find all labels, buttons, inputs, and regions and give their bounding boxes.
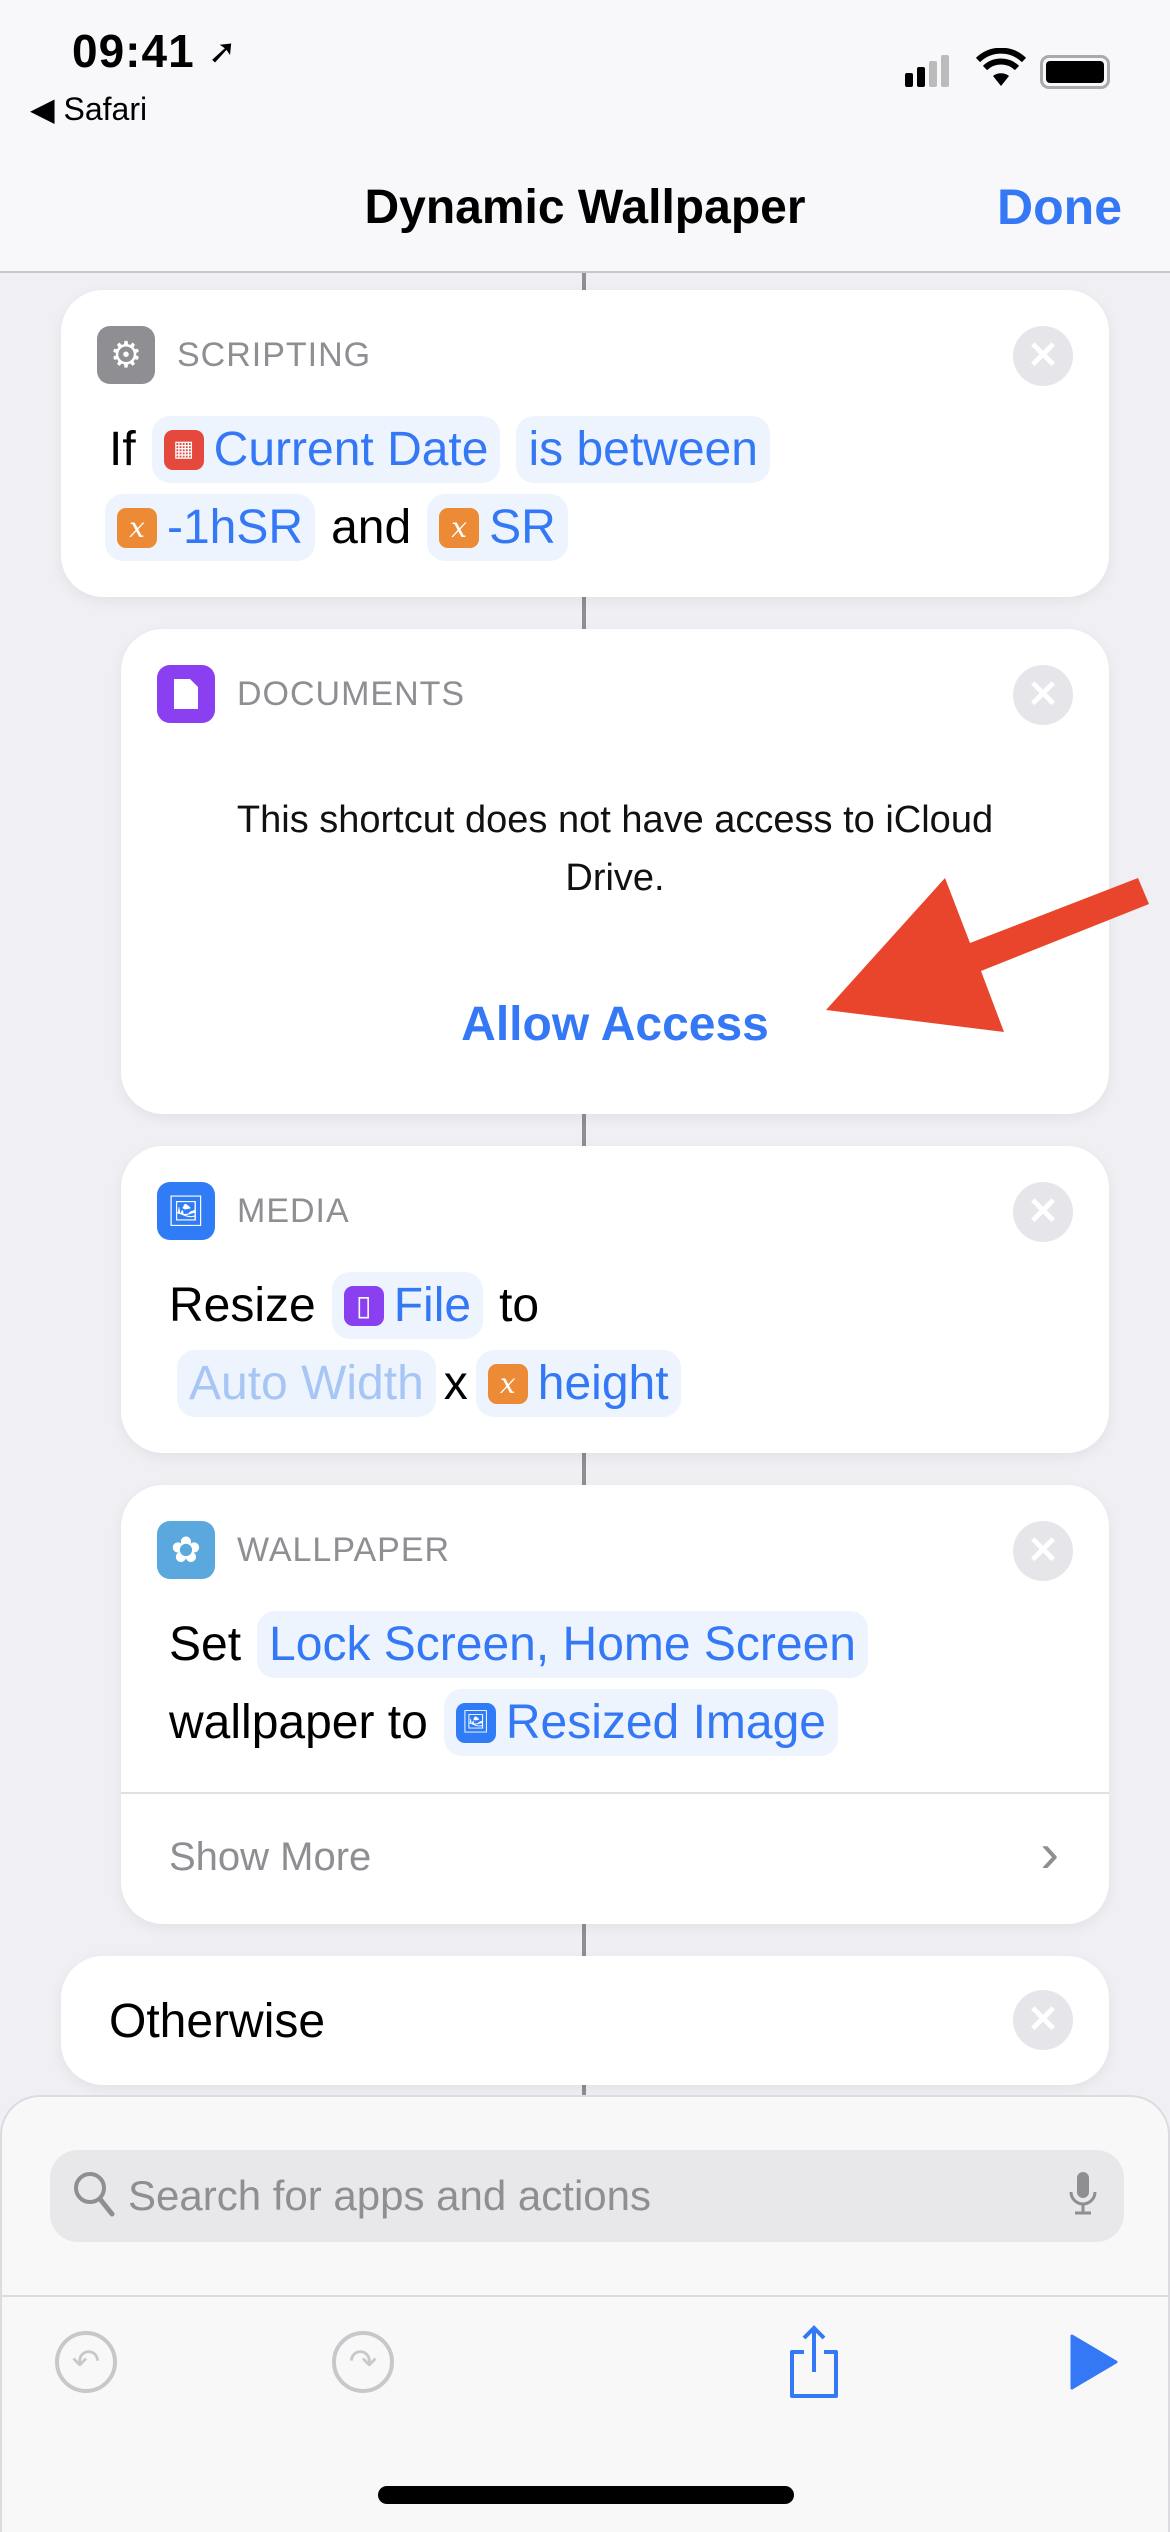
- to-label: to: [499, 1279, 540, 1332]
- run-button[interactable]: [1058, 2327, 1128, 2397]
- wallpaper-to-label: wallpaper to: [169, 1696, 428, 1749]
- show-more-button[interactable]: Show More: [169, 1835, 371, 1880]
- redo-icon: ↷: [332, 2331, 394, 2393]
- variable-icon: x: [487, 1363, 528, 1404]
- redo-button[interactable]: ↷: [328, 2327, 398, 2397]
- search-input[interactable]: [128, 2150, 1028, 2242]
- document-icon: ▯: [343, 1285, 384, 1326]
- undo-icon: ↶: [55, 2331, 117, 2393]
- photos-icon: 🖼: [455, 1702, 496, 1743]
- resize-label: Resize: [169, 1279, 316, 1332]
- remove-action-button[interactable]: ✕: [1013, 1990, 1073, 2050]
- play-icon: [1070, 2334, 1118, 2390]
- wallpaper-location-field[interactable]: Lock Screen, Home Screen: [257, 1611, 868, 1678]
- by-label: x: [443, 1357, 468, 1410]
- microphone-icon[interactable]: [1068, 2170, 1098, 2227]
- share-button[interactable]: [779, 2325, 849, 2398]
- annotation-arrow-icon: [826, 878, 1149, 1032]
- action-category: WALLPAPER: [237, 1530, 451, 1569]
- width-field[interactable]: Auto Width: [177, 1350, 436, 1417]
- toolbar: ↶ ↷: [2, 2295, 1170, 2398]
- otherwise-label: Otherwise: [109, 1995, 326, 2048]
- resized-image-variable[interactable]: 🖼 Resized Image: [443, 1689, 838, 1756]
- search-bar[interactable]: [50, 2150, 1124, 2242]
- chevron-right-icon[interactable]: ›: [1040, 1820, 1059, 1885]
- flower-icon: ✿: [157, 1521, 215, 1579]
- variable-label: File: [393, 1279, 472, 1332]
- bottom-sheet: ↶ ↷: [0, 2095, 1170, 2532]
- action-card-otherwise[interactable]: Otherwise ✕: [61, 1956, 1109, 2085]
- divider: [121, 1792, 1109, 1794]
- action-card-wallpaper[interactable]: ✿ WALLPAPER ✕ Set Lock Screen, Home Scree…: [121, 1485, 1109, 1924]
- share-icon: [790, 2325, 838, 2398]
- remove-action-button[interactable]: ✕: [1013, 1521, 1073, 1581]
- variable-label: height: [537, 1357, 669, 1410]
- height-variable[interactable]: x height: [475, 1350, 681, 1417]
- search-icon: [72, 2170, 116, 2229]
- undo-button[interactable]: ↶: [51, 2327, 121, 2397]
- set-label: Set: [169, 1618, 242, 1671]
- home-indicator: [378, 2486, 794, 2504]
- variable-label: Resized Image: [505, 1696, 826, 1749]
- file-variable[interactable]: ▯ File: [331, 1272, 484, 1339]
